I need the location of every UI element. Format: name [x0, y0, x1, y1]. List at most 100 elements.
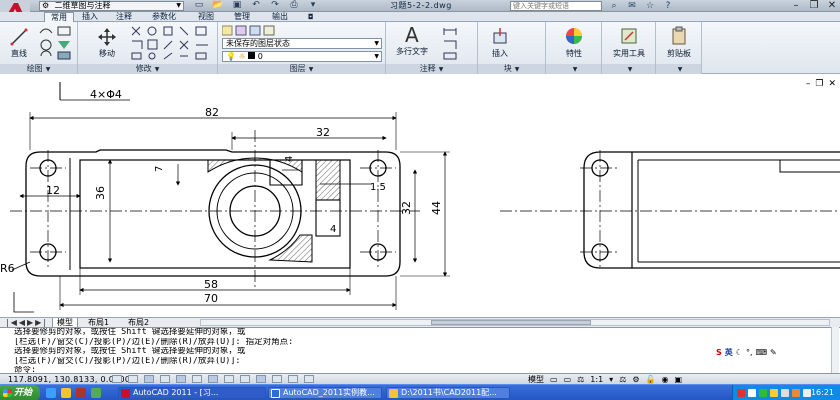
restore-icon[interactable]: ❐: [815, 79, 823, 89]
close-icon[interactable]: ✕: [826, 0, 838, 12]
ime-logo-icon: S: [716, 347, 722, 357]
undo-icon[interactable]: ↶: [249, 0, 263, 11]
ortho-toggle[interactable]: [144, 375, 154, 383]
utilities-button[interactable]: 实用工具: [606, 26, 652, 59]
properties-label: 特性: [566, 49, 582, 58]
restore-icon[interactable]: ❐: [808, 0, 820, 12]
layer-tools-icons[interactable]: [222, 25, 382, 37]
sc-toggle[interactable]: [304, 375, 314, 383]
tray-app-icon[interactable]: [748, 389, 756, 397]
tab-manage[interactable]: 管理: [228, 12, 256, 22]
layer-dropdown[interactable]: 💡 ☼ 0 ▼: [222, 51, 382, 62]
drawing-canvas[interactable]: 4×Φ4 82 32 36 12 7 4 1.5 32 44 4 58 70 R…: [0, 75, 840, 315]
tray-app-icon[interactable]: [759, 389, 767, 397]
cad-drawing: 4×Φ4 82 32 36 12 7 4 1.5 32 44 4 58 70 R…: [0, 82, 840, 313]
otrack-toggle[interactable]: [208, 375, 218, 383]
tray-app-icon[interactable]: [792, 389, 800, 397]
subscription-icon[interactable]: ✉: [626, 0, 638, 12]
minimize-icon[interactable]: –: [790, 0, 802, 12]
task-word-doc[interactable]: AutoCAD_2011实例教...: [268, 387, 382, 399]
insert-button[interactable]: 插入: [484, 28, 516, 59]
layer-state-dropdown[interactable]: 未保存的图层状态 ▼: [222, 38, 382, 49]
search-input[interactable]: 键入关键字或短语: [510, 1, 602, 11]
tray-app-icon[interactable]: [781, 389, 789, 397]
clipboard-dropdown[interactable]: ▼: [656, 64, 701, 74]
properties-dropdown[interactable]: ▼: [546, 64, 601, 74]
mtext-button[interactable]: A 多行文字: [390, 24, 434, 57]
dyn-toggle[interactable]: [240, 375, 250, 383]
layers-panel-title[interactable]: 图层 ▼: [218, 64, 385, 74]
draw-tools-icons[interactable]: [38, 25, 74, 61]
workspace-select[interactable]: ⚙ 二维草图与注释 ▼: [39, 1, 184, 11]
window-controls: – ❐ ✕: [790, 0, 838, 12]
star-icon[interactable]: ☆: [644, 0, 656, 12]
dim-1-5-text: 1.5: [370, 182, 386, 193]
tab-annotate[interactable]: 注释: [110, 12, 138, 22]
app-icon[interactable]: [76, 388, 86, 398]
command-window[interactable]: 选择要修剪的对象，或按住 Shift 键选择要延伸的对象，或 [栏选(F)/窗交…: [0, 327, 840, 375]
close-icon[interactable]: ✕: [828, 79, 836, 89]
word-task-icon: [271, 389, 280, 398]
osnap-toggle[interactable]: [176, 375, 186, 383]
color-wheel-icon: [566, 28, 582, 44]
modify-panel-title[interactable]: 修改 ▼: [78, 64, 217, 74]
ie-icon[interactable]: [46, 388, 56, 398]
tab-parametric[interactable]: 参数化: [146, 12, 182, 22]
folder-icon[interactable]: [61, 388, 71, 398]
app-icon[interactable]: [91, 388, 101, 398]
scrollbar-thumb[interactable]: [431, 320, 591, 325]
chevron-down-icon: ▼: [374, 40, 379, 47]
volume-icon[interactable]: [803, 389, 811, 397]
draw-panel-title[interactable]: 绘图 ▼: [0, 64, 77, 74]
polar-toggle[interactable]: [160, 375, 170, 383]
move-icon: [98, 28, 116, 46]
tray-app-icon[interactable]: [770, 389, 778, 397]
move-button[interactable]: 移动: [92, 28, 122, 59]
line-button[interactable]: 直线: [4, 28, 34, 59]
modify-tools-icons[interactable]: [130, 25, 214, 61]
tab-output[interactable]: 输出: [266, 12, 294, 22]
qp-toggle[interactable]: [288, 375, 298, 383]
3dosnap-toggle[interactable]: [192, 375, 202, 383]
command-scrollbar[interactable]: [831, 327, 839, 373]
minimize-icon[interactable]: –: [806, 79, 811, 89]
properties-button[interactable]: 特性: [554, 26, 594, 59]
tab-view[interactable]: 视图: [192, 12, 220, 22]
annotation-tools-icons[interactable]: [442, 25, 476, 61]
task-folder[interactable]: D:\2011书\CAD2011配...: [386, 387, 510, 399]
ribbon-minimize-icon[interactable]: ◘: [308, 12, 318, 22]
open-icon[interactable]: 📂: [211, 0, 225, 11]
layer-color-swatch: [248, 52, 256, 59]
clock: 16:21: [810, 388, 834, 397]
utilities-dropdown[interactable]: ▼: [602, 64, 655, 74]
move-label: 移动: [99, 49, 115, 58]
clipboard-button[interactable]: 剪贴板: [658, 26, 700, 59]
ribbon-panel-area: 直线 绘图 ▼ 移动 修改 ▼ 未保存的图层状态 ▼ 💡 ☼ 0 ▼ 图层 ▼ …: [0, 22, 840, 74]
start-button[interactable]: 开始: [0, 385, 40, 400]
redo-icon[interactable]: ↷: [268, 0, 282, 11]
tray-app-icon[interactable]: [737, 389, 745, 397]
block-panel-title[interactable]: 块 ▼: [478, 64, 545, 74]
horizontal-scrollbar[interactable]: [200, 319, 830, 326]
dim-holes-text: 4×Φ4: [90, 88, 122, 101]
snap-toggle[interactable]: [112, 375, 122, 383]
windows-logo-icon: [3, 389, 12, 397]
annotation-panel-title[interactable]: 注释 ▼: [386, 64, 477, 74]
help-icon[interactable]: ?: [662, 0, 674, 12]
tpy-toggle[interactable]: [272, 375, 282, 383]
lwt-toggle[interactable]: [256, 375, 266, 383]
chevron-down-icon: ▼: [374, 53, 379, 60]
dim-70-text: 70: [204, 292, 218, 305]
new-icon[interactable]: ▭: [192, 0, 206, 11]
ime-toolbar[interactable]: S 英 ☾ °, ⌨ ✎: [716, 346, 777, 358]
ducs-toggle[interactable]: [224, 375, 234, 383]
grid-toggle[interactable]: [128, 375, 138, 383]
print-icon[interactable]: ⎙: [287, 0, 301, 11]
task-autocad[interactable]: AutoCAD 2011 - [习...: [118, 387, 266, 399]
search-icon[interactable]: ⌕: [608, 0, 620, 12]
qat-dropdown-icon[interactable]: ▾: [306, 0, 320, 11]
save-icon[interactable]: ▣: [230, 0, 244, 11]
tab-insert[interactable]: 插入: [76, 12, 104, 22]
properties-panel: 特性 ▼: [546, 22, 602, 74]
draw-panel: 直线 绘图 ▼: [0, 22, 78, 74]
